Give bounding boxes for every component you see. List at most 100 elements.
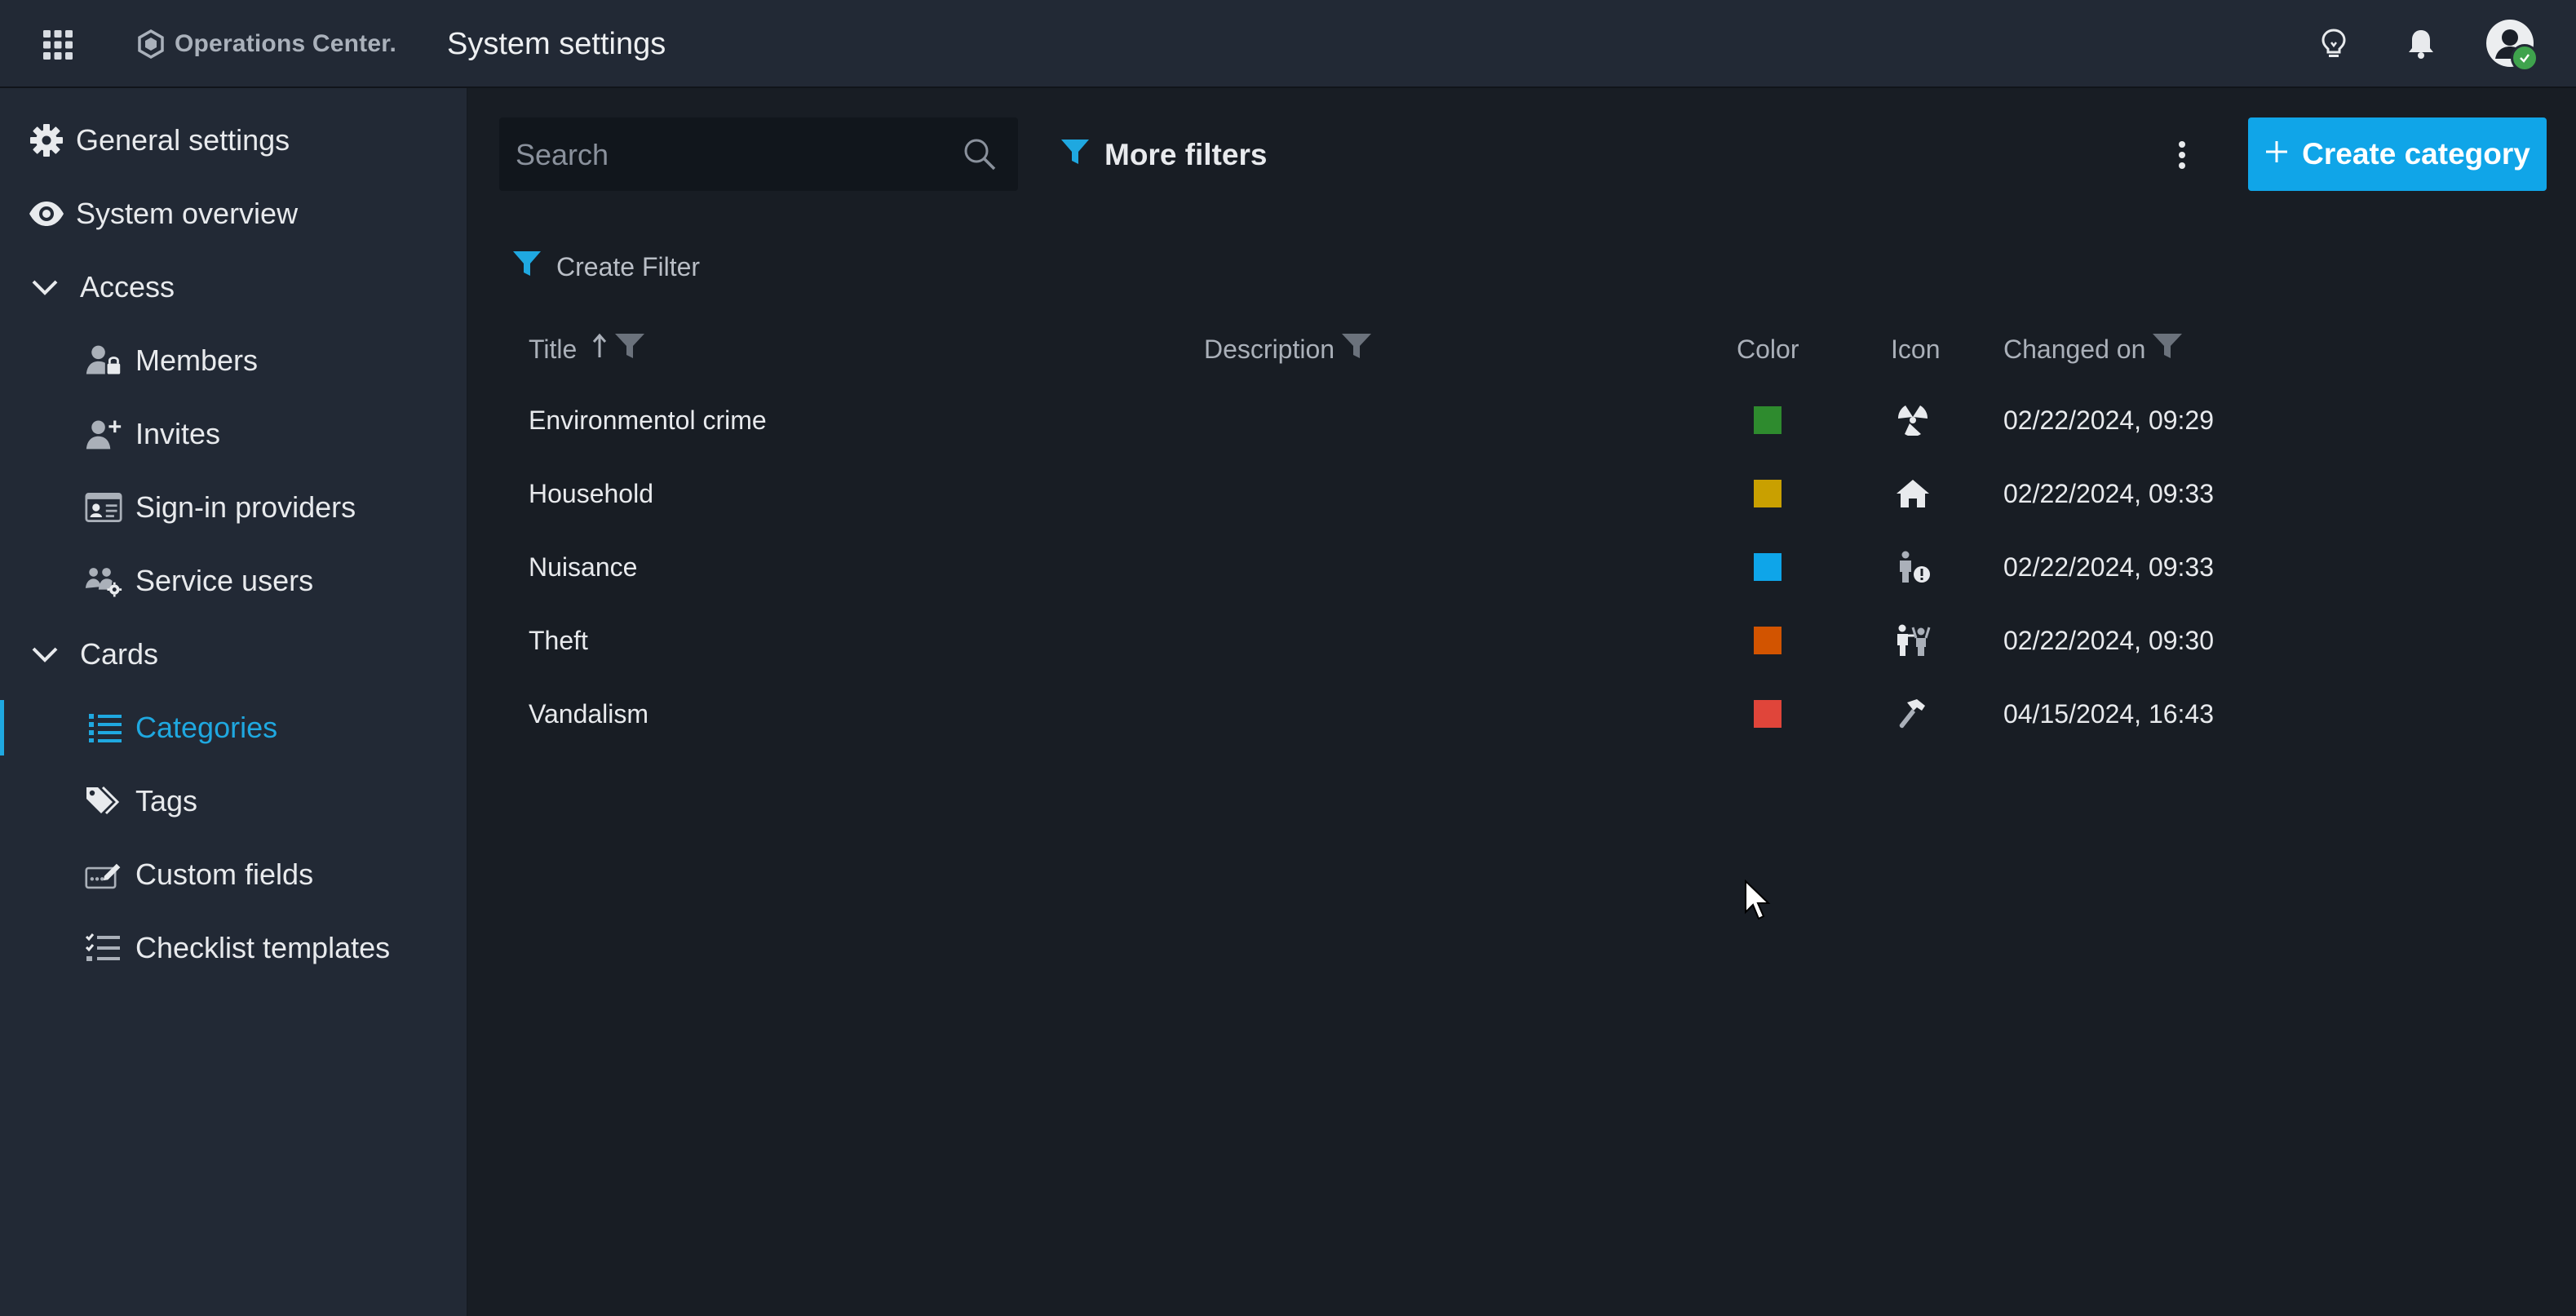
column-filter-icon[interactable]: [614, 332, 645, 366]
row-changed-on: 02/22/2024, 09:33: [2003, 552, 2215, 582]
lightbulb-icon[interactable]: [2311, 21, 2357, 67]
hammer-icon: [1894, 695, 1932, 733]
sidebar-item-label: Categories: [135, 711, 278, 744]
sidebar: General settings System overview Access: [0, 88, 468, 1316]
column-icon-label: Icon: [1891, 334, 1941, 364]
sidebar-item-label: Members: [135, 343, 259, 377]
sidebar-item-general-settings[interactable]: General settings: [0, 108, 467, 173]
field-edit-icon: [85, 856, 122, 893]
user-plus-icon: [85, 415, 122, 453]
create-filter-button[interactable]: Create Filter: [512, 245, 700, 289]
tags-icon: [85, 782, 122, 820]
row-changed-on: 02/22/2024, 09:29: [2003, 405, 2215, 435]
eye-icon: [28, 195, 65, 233]
more-filters-button[interactable]: More filters: [1060, 131, 1267, 179]
column-color-label: Color: [1737, 334, 1799, 364]
sort-ascending-icon[interactable]: [591, 333, 608, 366]
sidebar-item-invites[interactable]: Invites: [0, 401, 467, 467]
sidebar-item-service-users[interactable]: Service users: [0, 548, 467, 614]
sidebar-item-label: Sign-in providers: [135, 490, 356, 524]
chevron-down-icon: [26, 268, 64, 306]
create-filter-label: Create Filter: [556, 251, 701, 281]
sidebar-item-label: Checklist templates: [135, 931, 391, 964]
sidebar-item-members[interactable]: Members: [0, 328, 467, 393]
sidebar-item-label: Invites: [135, 417, 221, 450]
mouse-cursor-icon: [1744, 879, 1772, 922]
table-row[interactable]: Nuisance 02/22/2024, 09:33: [499, 530, 2261, 604]
filter-icon: [512, 250, 542, 284]
column-header-description[interactable]: Description: [1204, 326, 1372, 372]
sidebar-group-access[interactable]: Access: [0, 255, 467, 320]
house-icon: [1894, 475, 1932, 512]
sidebar-group-cards[interactable]: Cards: [0, 622, 467, 687]
search-input[interactable]: [514, 117, 941, 193]
row-title: Vandalism: [529, 698, 649, 729]
table-row[interactable]: Environmentol crime 02/22/2024, 09:29: [499, 383, 2261, 457]
create-category-label: Create category: [2302, 137, 2530, 171]
id-card-icon: [85, 489, 122, 526]
sidebar-item-label: Tags: [135, 784, 198, 818]
filter-icon: [1060, 138, 1090, 173]
chevron-down-icon: [26, 636, 64, 673]
color-swatch: [1754, 553, 1782, 581]
user-avatar[interactable]: [2486, 20, 2538, 72]
row-title: Environmentol crime: [529, 405, 767, 435]
robbery-icon: [1894, 622, 1932, 659]
page-title: System settings: [447, 27, 666, 61]
top-bar: Operations Center. System settings: [0, 0, 2576, 88]
table-row[interactable]: Household 02/22/2024, 09:33: [499, 457, 2261, 530]
brand-name: Operations Center.: [175, 30, 397, 57]
color-swatch: [1754, 627, 1782, 654]
sidebar-item-label: Custom fields: [135, 857, 314, 891]
column-title-label: Title: [529, 334, 578, 364]
more-filters-label: More filters: [1104, 138, 1268, 171]
person-alert-icon: [1894, 548, 1932, 586]
sidebar-item-label: General settings: [76, 123, 290, 157]
color-swatch: [1754, 406, 1782, 434]
list-icon: [86, 709, 124, 747]
sidebar-item-categories[interactable]: Categories: [0, 695, 467, 760]
user-lock-icon: [85, 342, 122, 379]
sidebar-item-label: Service users: [135, 564, 314, 597]
row-changed-on: 04/15/2024, 16:43: [2003, 698, 2215, 729]
table-row[interactable]: Theft 02/22/2024, 09:30: [499, 604, 2261, 677]
gear-icon: [28, 122, 65, 159]
column-header-icon: Icon: [1891, 326, 1940, 372]
brand-logo[interactable]: Operations Center.: [135, 24, 396, 64]
search-box: [499, 117, 1018, 193]
sidebar-item-checklist-templates[interactable]: Checklist templates: [0, 915, 467, 981]
sidebar-group-label: Cards: [80, 637, 159, 671]
table-row[interactable]: Vandalism 04/15/2024, 16:43: [499, 677, 2261, 751]
create-category-button[interactable]: Create category: [2248, 117, 2547, 191]
checklist-icon: [85, 929, 122, 967]
sidebar-item-custom-fields[interactable]: Custom fields: [0, 842, 467, 907]
sidebar-item-sign-in-providers[interactable]: Sign-in providers: [0, 475, 467, 540]
row-title: Theft: [529, 625, 588, 655]
online-status-icon: [2511, 44, 2538, 72]
column-description-label: Description: [1204, 334, 1335, 364]
row-changed-on: 02/22/2024, 09:33: [2003, 478, 2215, 508]
sidebar-group-label: Access: [80, 270, 175, 304]
column-changed-on-label: Changed on: [2003, 334, 2146, 364]
bell-icon[interactable]: [2398, 21, 2444, 67]
column-filter-icon[interactable]: [2152, 332, 2183, 366]
row-title: Household: [529, 478, 653, 508]
brand-cube-icon: [138, 29, 164, 60]
row-changed-on: 02/22/2024, 09:30: [2003, 625, 2215, 655]
users-gear-icon: [85, 562, 122, 600]
column-filter-icon[interactable]: [1341, 332, 1372, 366]
plus-icon: [2264, 137, 2289, 171]
search-icon[interactable]: [963, 137, 997, 171]
column-header-changed-on[interactable]: Changed on: [2003, 326, 2183, 372]
row-title: Nuisance: [529, 552, 638, 582]
sidebar-item-tags[interactable]: Tags: [0, 769, 467, 834]
radiation-icon: [1894, 401, 1932, 439]
sidebar-item-system-overview[interactable]: System overview: [0, 181, 467, 246]
more-options-icon[interactable]: [2162, 132, 2202, 178]
sidebar-item-label: System overview: [76, 197, 299, 230]
color-swatch: [1754, 480, 1782, 507]
column-header-color: Color: [1737, 326, 1799, 372]
app-launcher-icon[interactable]: [41, 28, 75, 62]
column-header-title[interactable]: Title: [529, 326, 645, 372]
color-swatch: [1754, 700, 1782, 728]
